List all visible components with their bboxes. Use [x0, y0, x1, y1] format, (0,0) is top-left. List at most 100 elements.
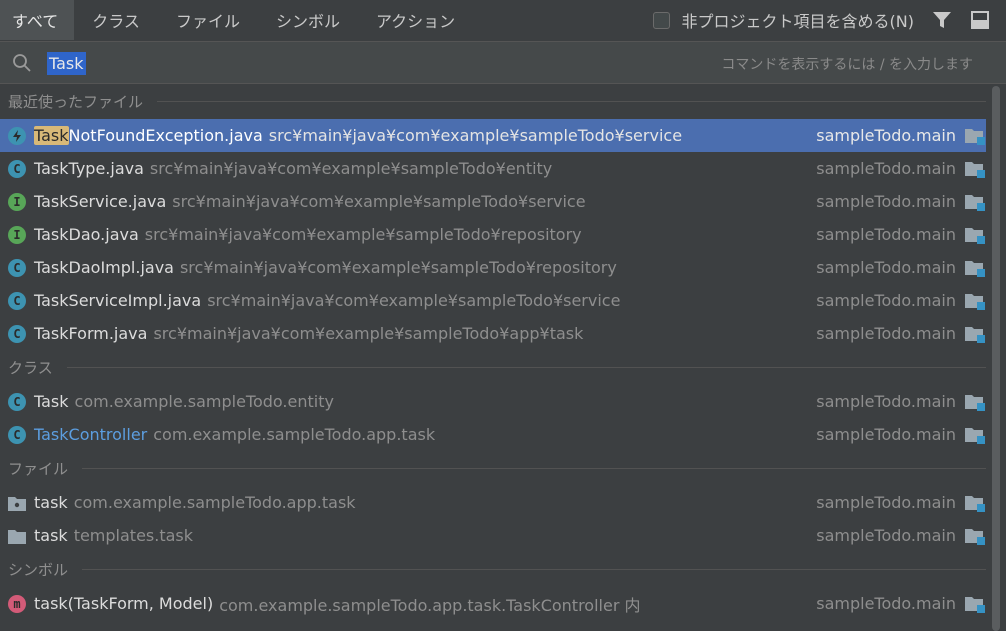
method-icon: m: [7, 594, 27, 614]
result-path: com.example.sampleTodo.app.task.TaskCont…: [219, 595, 641, 615]
result-module: sampleTodo.main: [816, 192, 956, 211]
tab-symbols[interactable]: シンボル: [258, 0, 358, 40]
result-row[interactable]: task templates.task sampleTodo.main: [0, 519, 986, 552]
package-folder-icon: [7, 493, 27, 513]
module-folder-icon: [964, 525, 986, 547]
tab-all[interactable]: すべて: [0, 0, 75, 40]
filter-icon[interactable]: [930, 0, 954, 40]
section-header-recent: 最近使ったファイル: [0, 84, 986, 119]
result-module: sampleTodo.main: [816, 324, 956, 343]
search-everywhere-tabbar: すべて クラス ファイル シンボル アクション 非プロジェクト項目を含める(N): [0, 0, 1006, 40]
result-name-rest: NotFoundException.java: [68, 126, 263, 145]
results-list: 最近使ったファイル TaskNotFoundException.java src¥…: [0, 84, 986, 620]
module-folder-icon: [964, 224, 986, 246]
result-name: task: [34, 526, 68, 545]
results-scrollbar[interactable]: [990, 84, 1002, 631]
module-folder-icon: [964, 158, 986, 180]
result-path: com.example.sampleTodo.entity: [74, 392, 334, 411]
include-non-project-toggle[interactable]: 非プロジェクト項目を含める(N): [652, 0, 914, 40]
result-name: TaskNotFoundException.java: [34, 126, 263, 145]
class-icon: C: [7, 425, 27, 445]
result-row[interactable]: C TaskDaoImpl.java src¥main¥java¥com¥examp…: [0, 251, 986, 284]
search-icon: [12, 53, 32, 73]
result-row[interactable]: task com.example.sampleTodo.app.task sampl…: [0, 486, 986, 519]
class-icon: C: [7, 324, 27, 344]
result-module: sampleTodo.main: [816, 392, 956, 411]
result-row[interactable]: I TaskDao.java src¥main¥java¥com¥example¥s…: [0, 218, 986, 251]
result-row[interactable]: C TaskServiceImpl.java src¥main¥java¥com¥e…: [0, 284, 986, 317]
module-folder-icon: [964, 191, 986, 213]
include-non-project-checkbox[interactable]: [652, 11, 670, 29]
result-row[interactable]: m task(TaskForm, Model) com.example.sample…: [0, 587, 986, 620]
result-row[interactable]: TaskNotFoundException.java src¥main¥java¥…: [0, 119, 986, 152]
result-name: TaskType.java: [34, 159, 144, 178]
module-folder-icon: [964, 492, 986, 514]
section-divider: [82, 569, 986, 570]
result-path: src¥main¥java¥com¥example¥sampleTodo¥ent…: [149, 159, 553, 178]
tab-files[interactable]: ファイル: [158, 0, 258, 40]
result-name: TaskController: [34, 425, 148, 444]
section-header-files: ファイル: [0, 451, 986, 486]
result-row[interactable]: C TaskController com.example.sampleTodo.ap…: [0, 418, 986, 451]
result-module: sampleTodo.main: [816, 594, 956, 613]
search-input[interactable]: Task: [47, 52, 86, 75]
module-folder-icon: [964, 391, 986, 413]
result-module: sampleTodo.main: [816, 425, 956, 444]
section-label: ファイル: [8, 460, 69, 478]
search-row: Task コマンドを表示するには / を入力します: [0, 41, 1006, 84]
result-module: sampleTodo.main: [816, 258, 956, 277]
result-module: sampleTodo.main: [816, 126, 956, 145]
module-folder-icon: [964, 125, 986, 147]
result-row[interactable]: C TaskForm.java src¥main¥java¥com¥example¥…: [0, 317, 986, 350]
preview-panel-icon[interactable]: [968, 0, 992, 40]
tab-classes[interactable]: クラス: [74, 0, 158, 40]
result-name: task: [34, 493, 68, 512]
result-module: sampleTodo.main: [816, 291, 956, 310]
result-path: src¥main¥java¥com¥example¥sampleTodo¥ser…: [268, 126, 683, 145]
result-path: src¥main¥java¥com¥example¥sampleTodo¥app…: [153, 324, 584, 343]
result-module: sampleTodo.main: [816, 225, 956, 244]
result-row[interactable]: C TaskType.java src¥main¥java¥com¥example¥…: [0, 152, 986, 185]
class-icon: C: [7, 159, 27, 179]
section-header-classes: クラス: [0, 350, 986, 385]
class-icon: C: [7, 258, 27, 278]
result-row[interactable]: C Task com.example.sampleTodo.entity sample…: [0, 385, 986, 418]
result-module: sampleTodo.main: [816, 526, 956, 545]
tab-actions[interactable]: アクション: [358, 0, 473, 40]
module-folder-icon: [964, 290, 986, 312]
result-name: TaskServiceImpl.java: [34, 291, 202, 310]
section-label: シンボル: [8, 561, 69, 579]
interface-icon: I: [7, 225, 27, 245]
folder-icon: [7, 526, 27, 546]
section-label: 最近使ったファイル: [8, 93, 144, 111]
result-path: src¥main¥java¥com¥example¥sampleTodo¥ser…: [207, 291, 621, 310]
result-name: TaskDao.java: [34, 225, 139, 244]
class-icon: C: [7, 392, 27, 412]
module-folder-icon: [964, 257, 986, 279]
result-row[interactable]: I TaskService.java src¥main¥java¥com¥examp…: [0, 185, 986, 218]
search-hint: コマンドを表示するには / を入力します: [721, 57, 973, 73]
module-folder-icon: [964, 323, 986, 345]
result-name: Task: [34, 392, 69, 411]
result-path: src¥main¥java¥com¥example¥sampleTodo¥rep…: [144, 225, 582, 244]
section-header-symbols: シンボル: [0, 552, 986, 587]
match-highlight: Task: [34, 126, 69, 145]
section-divider: [82, 468, 986, 469]
section-divider: [66, 367, 986, 368]
include-non-project-label: 非プロジェクト項目を含める(N): [681, 12, 914, 31]
result-path: src¥main¥java¥com¥example¥sampleTodo¥ser…: [172, 192, 586, 211]
result-path: com.example.sampleTodo.app.task: [153, 425, 436, 444]
interface-icon: I: [7, 192, 27, 212]
module-folder-icon: [964, 593, 986, 615]
result-path: com.example.sampleTodo.app.task: [73, 493, 356, 512]
module-folder-icon: [964, 424, 986, 446]
result-name: task(TaskForm, Model): [34, 594, 214, 613]
exception-class-icon: [7, 126, 27, 146]
class-icon: C: [7, 291, 27, 311]
result-name: TaskForm.java: [34, 324, 148, 343]
scrollbar-thumb[interactable]: [992, 86, 1000, 631]
section-divider: [157, 101, 986, 102]
result-module: sampleTodo.main: [816, 493, 956, 512]
tab-spacer: [473, 0, 652, 40]
result-path: templates.task: [73, 526, 194, 545]
